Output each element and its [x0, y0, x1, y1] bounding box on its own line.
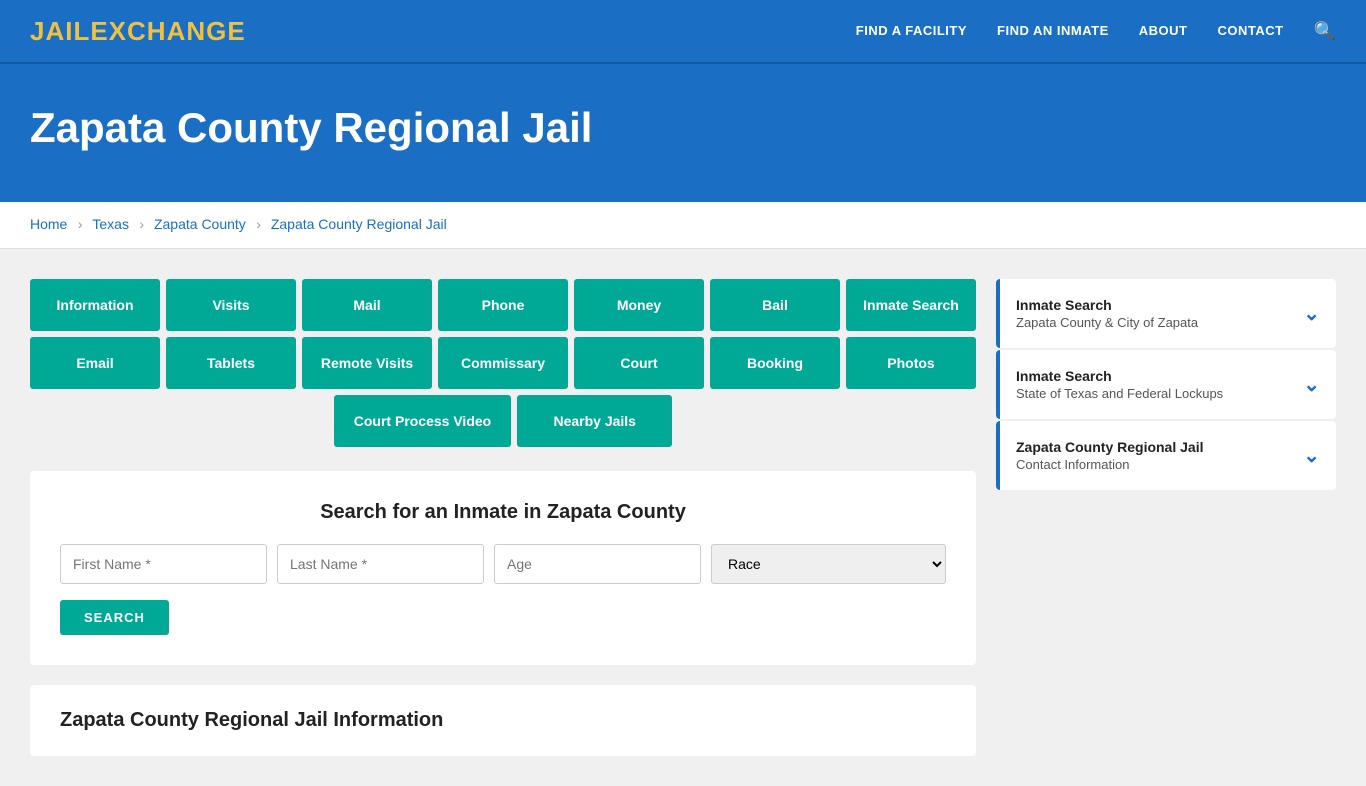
btn-phone[interactable]: Phone [438, 279, 568, 331]
breadcrumb-sep1: › [78, 216, 87, 232]
sidebar: Inmate Search Zapata County & City of Za… [996, 279, 1336, 756]
breadcrumb-texas[interactable]: Texas [92, 216, 129, 232]
sidebar-card-1: Inmate Search Zapata County & City of Za… [996, 279, 1336, 348]
btn-photos[interactable]: Photos [846, 337, 976, 389]
breadcrumb-home[interactable]: Home [30, 216, 67, 232]
breadcrumb-jail[interactable]: Zapata County Regional Jail [271, 216, 447, 232]
nav-item-contact[interactable]: CONTACT [1217, 23, 1283, 38]
btn-bail[interactable]: Bail [710, 279, 840, 331]
button-row-3: Court Process Video Nearby Jails [30, 395, 976, 447]
search-button[interactable]: SEARCH [60, 600, 169, 635]
sidebar-card-1-header[interactable]: Inmate Search Zapata County & City of Za… [1000, 279, 1336, 348]
brand-part1: JAIL [30, 16, 90, 46]
hero-section: Zapata County Regional Jail [0, 64, 1366, 202]
btn-commissary[interactable]: Commissary [438, 337, 568, 389]
content-area: Information Visits Mail Phone Money Bail… [30, 279, 976, 756]
nav-item-about[interactable]: ABOUT [1139, 23, 1188, 38]
btn-court[interactable]: Court [574, 337, 704, 389]
sidebar-card-1-subtitle: Zapata County & City of Zapata [1016, 315, 1198, 330]
sidebar-card-3-text: Zapata County Regional Jail Contact Info… [1016, 439, 1203, 472]
btn-inmate-search[interactable]: Inmate Search [846, 279, 976, 331]
search-fields: Race White Black Hispanic Asian Other [60, 544, 946, 584]
sidebar-card-2: Inmate Search State of Texas and Federal… [996, 350, 1336, 419]
sidebar-card-2-subtitle: State of Texas and Federal Lockups [1016, 386, 1223, 401]
sidebar-card-3-subtitle: Contact Information [1016, 457, 1203, 472]
info-title: Zapata County Regional Jail Information [60, 709, 946, 732]
brand-part2: EXCHANGE [90, 16, 245, 46]
nav-item-find-an-inmate[interactable]: FIND AN INMATE [997, 23, 1109, 38]
breadcrumb-county[interactable]: Zapata County [154, 216, 246, 232]
page-title: Zapata County Regional Jail [30, 104, 1336, 152]
btn-mail[interactable]: Mail [302, 279, 432, 331]
age-input[interactable] [494, 544, 701, 584]
sidebar-card-1-title: Inmate Search [1016, 297, 1198, 313]
breadcrumb-sep3: › [256, 216, 265, 232]
main-wrapper: Information Visits Mail Phone Money Bail… [0, 249, 1366, 786]
nav-item-find-a-facility[interactable]: FIND A FACILITY [856, 23, 967, 38]
sidebar-card-2-text: Inmate Search State of Texas and Federal… [1016, 368, 1223, 401]
info-section: Zapata County Regional Jail Information [30, 685, 976, 756]
btn-booking[interactable]: Booking [710, 337, 840, 389]
btn-tablets[interactable]: Tablets [166, 337, 296, 389]
brand-logo[interactable]: JAILEXCHANGE [30, 16, 246, 47]
chevron-down-icon-3: ⌄ [1303, 443, 1320, 468]
chevron-down-icon-2: ⌄ [1303, 372, 1320, 397]
btn-information[interactable]: Information [30, 279, 160, 331]
sidebar-card-3-header[interactable]: Zapata County Regional Jail Contact Info… [1000, 421, 1336, 490]
sidebar-card-2-header[interactable]: Inmate Search State of Texas and Federal… [1000, 350, 1336, 419]
inmate-search-box: Search for an Inmate in Zapata County Ra… [30, 471, 976, 665]
button-row-2: Email Tablets Remote Visits Commissary C… [30, 337, 976, 389]
race-select[interactable]: Race White Black Hispanic Asian Other [711, 544, 946, 584]
chevron-down-icon: ⌄ [1303, 301, 1320, 326]
btn-visits[interactable]: Visits [166, 279, 296, 331]
nav-links: FIND A FACILITY FIND AN INMATE ABOUT CONTAC… [856, 21, 1336, 42]
sidebar-card-3-title: Zapata County Regional Jail [1016, 439, 1203, 455]
breadcrumb-sep2: › [139, 216, 148, 232]
sidebar-card-2-title: Inmate Search [1016, 368, 1223, 384]
navbar: JAILEXCHANGE FIND A FACILITY FIND AN INMA… [0, 0, 1366, 64]
sidebar-card-3: Zapata County Regional Jail Contact Info… [996, 421, 1336, 490]
btn-money[interactable]: Money [574, 279, 704, 331]
last-name-input[interactable] [277, 544, 484, 584]
breadcrumb: Home › Texas › Zapata County › Zapata Co… [0, 202, 1366, 249]
btn-remote-visits[interactable]: Remote Visits [302, 337, 432, 389]
search-title: Search for an Inmate in Zapata County [60, 501, 946, 524]
btn-nearby-jails[interactable]: Nearby Jails [517, 395, 672, 447]
btn-email[interactable]: Email [30, 337, 160, 389]
button-row-1: Information Visits Mail Phone Money Bail… [30, 279, 976, 331]
search-icon[interactable]: 🔍 [1314, 21, 1336, 41]
sidebar-card-1-text: Inmate Search Zapata County & City of Za… [1016, 297, 1198, 330]
btn-court-process-video[interactable]: Court Process Video [334, 395, 511, 447]
first-name-input[interactable] [60, 544, 267, 584]
